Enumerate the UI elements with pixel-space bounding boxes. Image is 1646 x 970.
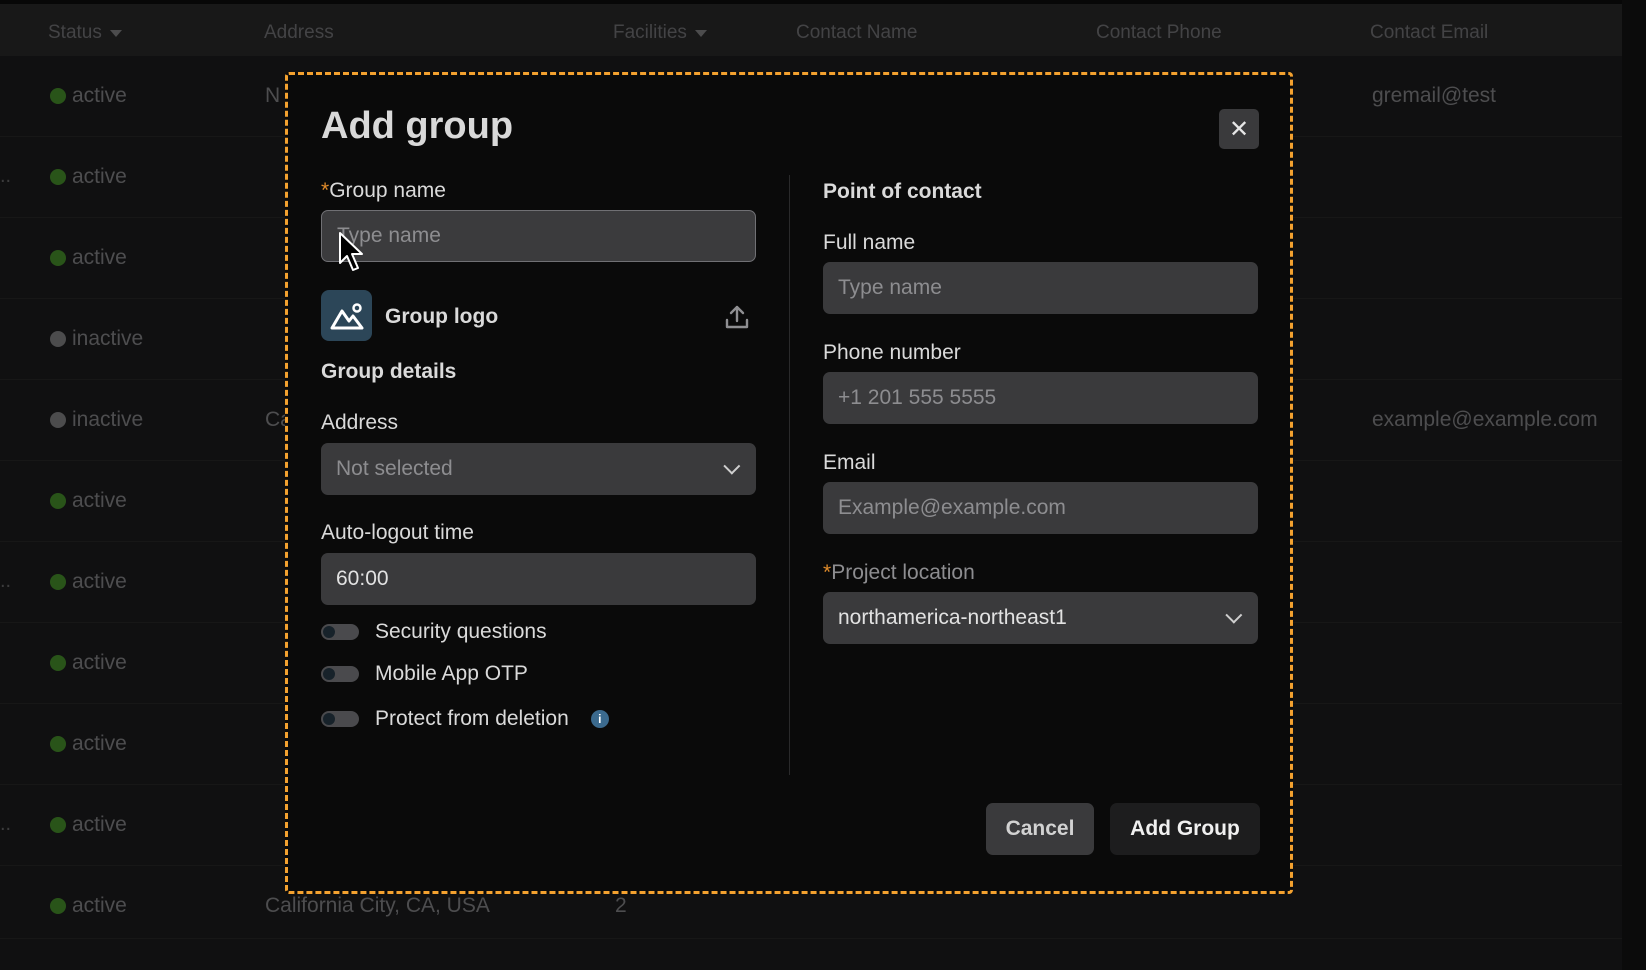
- cancel-button[interactable]: Cancel: [986, 803, 1094, 855]
- protect-deletion-toggle[interactable]: [321, 711, 359, 727]
- close-icon: ✕: [1228, 115, 1250, 143]
- protect-deletion-toggle-row: Protect from deletion i: [321, 707, 609, 731]
- email-label: Email: [823, 451, 876, 474]
- mobile-otp-toggle-row: Mobile App OTP: [321, 662, 528, 686]
- address-label: Address: [321, 411, 399, 434]
- phone-input[interactable]: +1 201 555 5555: [823, 372, 1258, 424]
- group-logo-tile[interactable]: [321, 290, 372, 341]
- group-logo-label: Group logo: [385, 305, 499, 328]
- auto-logout-value: 60:00: [336, 567, 389, 590]
- modal-title: Add group: [321, 105, 514, 147]
- full-name-input[interactable]: Type name: [823, 262, 1258, 314]
- toggle-knob: [323, 626, 335, 638]
- address-select[interactable]: Not selected: [321, 443, 756, 495]
- project-location-label: *Project location: [823, 561, 975, 585]
- security-questions-label: Security questions: [375, 620, 547, 643]
- required-mark: *: [321, 179, 330, 202]
- email-input[interactable]: Example@example.com: [823, 482, 1258, 534]
- group-details-title: Group details: [321, 360, 457, 383]
- full-name-label: Full name: [823, 231, 916, 254]
- auto-logout-input[interactable]: 60:00: [321, 553, 756, 605]
- group-name-label: *Group name: [321, 179, 446, 203]
- auto-logout-label: Auto-logout time: [321, 521, 474, 544]
- project-location-select[interactable]: northamerica-northeast1: [823, 592, 1258, 644]
- protect-deletion-label: Protect from deletion: [375, 707, 569, 730]
- project-location-value: northamerica-northeast1: [838, 606, 1067, 629]
- email-placeholder: Example@example.com: [838, 496, 1066, 519]
- security-questions-toggle-row: Security questions: [321, 620, 547, 644]
- close-button[interactable]: ✕: [1219, 109, 1259, 149]
- group-name-input[interactable]: Type name: [321, 210, 756, 262]
- phone-placeholder: +1 201 555 5555: [838, 386, 997, 409]
- mobile-otp-toggle[interactable]: [321, 666, 359, 682]
- toggle-knob: [323, 668, 335, 680]
- image-mountain-icon: [330, 302, 363, 329]
- mobile-otp-label: Mobile App OTP: [375, 662, 528, 685]
- required-mark: *: [823, 561, 832, 584]
- point-of-contact-title: Point of contact: [823, 180, 982, 203]
- security-questions-toggle[interactable]: [321, 624, 359, 640]
- address-selected-value: Not selected: [336, 457, 453, 480]
- column-divider: [789, 175, 790, 775]
- info-icon[interactable]: i: [590, 710, 609, 728]
- project-location-label-text: Project location: [831, 561, 975, 584]
- phone-label: Phone number: [823, 341, 961, 364]
- add-group-modal: Add group ✕ *Group name Type name Group …: [285, 72, 1293, 894]
- mouse-cursor-icon: [339, 232, 363, 271]
- group-name-label-text: Group name: [329, 179, 446, 202]
- chevron-down-icon: [723, 457, 741, 475]
- add-group-button[interactable]: Add Group: [1110, 803, 1260, 855]
- toggle-knob: [323, 713, 335, 725]
- full-name-placeholder: Type name: [838, 276, 942, 299]
- chevron-down-icon: [1225, 606, 1243, 624]
- upload-icon[interactable]: [723, 303, 751, 331]
